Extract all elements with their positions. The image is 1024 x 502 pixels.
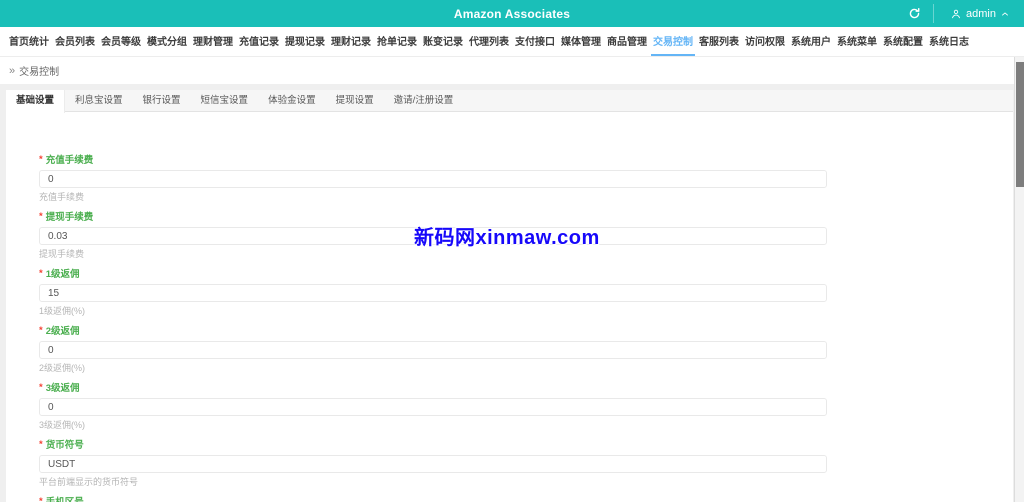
field-label: 货币符号 bbox=[45, 440, 84, 451]
nav-item-20[interactable]: 系统日志 bbox=[927, 27, 971, 56]
tab-0[interactable]: 基础设置 bbox=[6, 90, 66, 113]
form-field-3: *2级返佣 2级返佣(%) bbox=[39, 325, 1013, 373]
chevron-up-icon bbox=[1000, 9, 1010, 19]
nav-item-15[interactable]: 客服列表 bbox=[697, 27, 741, 56]
field-label: 2级返佣 bbox=[45, 326, 80, 337]
top-bar-actions: admin bbox=[895, 0, 1024, 27]
field-label: 充值手续费 bbox=[45, 155, 94, 166]
required-asterisk: * bbox=[39, 382, 43, 393]
nav-item-8[interactable]: 抢单记录 bbox=[375, 27, 419, 56]
form-field-2: *1级返佣 1级返佣(%) bbox=[39, 268, 1013, 316]
settings-form: *充值手续费充值手续费*提现手续费提现手续费*1级返佣1级返佣(%)*2级返佣2… bbox=[6, 112, 1013, 502]
settings-card: 基础设置 利息宝设置 银行设置 短信宝设置 体验金设置 提现设置 邀请/注册设置 * 充值手续… bbox=[6, 90, 1013, 502]
nav-item-11[interactable]: 支付接口 bbox=[513, 27, 557, 56]
nav-item-3[interactable]: 模式分组 bbox=[145, 27, 189, 56]
form-field-6: *手机区号 bbox=[39, 496, 1013, 502]
field-label: 3级返佣 bbox=[45, 383, 80, 394]
nav-item-13[interactable]: 商品管理 bbox=[605, 27, 649, 56]
field-label: 提现手续费 bbox=[45, 212, 94, 223]
field-help: 充值手续费 bbox=[39, 192, 85, 202]
field-input-1[interactable] bbox=[39, 227, 827, 245]
tab-6[interactable]: 邀请/注册设置 bbox=[384, 90, 464, 111]
nav-item-7[interactable]: 理财记录 bbox=[329, 27, 373, 56]
required-asterisk: * bbox=[39, 496, 43, 502]
nav-item-17[interactable]: 系统用户 bbox=[789, 27, 833, 56]
nav-item-18[interactable]: 系统菜单 bbox=[835, 27, 879, 56]
nav-item-12[interactable]: 媒体管理 bbox=[559, 27, 603, 56]
tab-4[interactable]: 体验金设置 bbox=[258, 90, 326, 111]
form-field-1: *提现手续费提现手续费 bbox=[39, 211, 1013, 259]
form-field-0: *充值手续费充值手续费 bbox=[39, 154, 1013, 202]
field-label-row: * 3级返佣 bbox=[39, 382, 1013, 394]
field-help: 提现手续费 bbox=[39, 249, 85, 259]
field-label: 1级返佣 bbox=[45, 269, 80, 280]
field-label-row: * 1级返佣 bbox=[39, 268, 1013, 280]
nav-item-0[interactable]: 首页统计 bbox=[7, 27, 51, 56]
refresh-icon bbox=[908, 7, 921, 20]
nav-item-10[interactable]: 代理列表 bbox=[467, 27, 511, 56]
field-label: 手机区号 bbox=[46, 497, 84, 502]
field-input-4[interactable] bbox=[39, 398, 827, 416]
field-label-row: * 货币符号 bbox=[39, 439, 1013, 451]
field-input-5[interactable] bbox=[39, 455, 827, 473]
user-name: admin bbox=[966, 7, 996, 20]
refresh-button[interactable] bbox=[895, 0, 933, 27]
main-content: 基础设置 利息宝设置 银行设置 短信宝设置 体验金设置 提现设置 邀请/注册设置 * 充值手续… bbox=[0, 84, 1024, 502]
nav-item-9[interactable]: 账变记录 bbox=[421, 27, 465, 56]
required-asterisk: * bbox=[39, 325, 43, 336]
required-asterisk: * bbox=[39, 154, 43, 165]
nav-item-4[interactable]: 理财管理 bbox=[191, 27, 235, 56]
required-asterisk: * bbox=[39, 211, 43, 222]
tab-3[interactable]: 短信宝设置 bbox=[191, 90, 259, 111]
field-input-0[interactable] bbox=[39, 170, 827, 188]
scrollbar-thumb[interactable] bbox=[1016, 62, 1024, 187]
app-root: Amazon Associates admin 首页统计 会员列表 会员等级 模… bbox=[0, 0, 1024, 502]
app-title: Amazon Associates bbox=[453, 6, 571, 21]
nav-item-19[interactable]: 系统配置 bbox=[881, 27, 925, 56]
form-field-5: *货币符号平台前端显示的货币符号 bbox=[39, 439, 1013, 487]
required-asterisk: * bbox=[39, 439, 43, 450]
nav-item-1[interactable]: 会员列表 bbox=[53, 27, 97, 56]
form-field-4: *3级返佣 3级返佣(%) bbox=[39, 382, 1013, 430]
field-label-row: * 充值手续费 bbox=[39, 154, 1013, 166]
tab-2[interactable]: 银行设置 bbox=[133, 90, 191, 111]
field-input-3[interactable] bbox=[39, 341, 827, 359]
field-help: 平台前端显示的货币符号 bbox=[39, 477, 139, 487]
tab-bar: 基础设置 利息宝设置 银行设置 短信宝设置 体验金设置 提现设置 邀请/注册设置 bbox=[6, 90, 1013, 113]
tab-1[interactable]: 利息宝设置 bbox=[65, 90, 133, 111]
breadcrumb-chevron-icon: » bbox=[9, 64, 16, 77]
nav-item-16[interactable]: 访问权限 bbox=[743, 27, 787, 56]
field-label-row: * 2级返佣 bbox=[39, 325, 1013, 337]
field-label-row: * 提现手续费 bbox=[39, 211, 1013, 223]
user-icon bbox=[950, 8, 962, 20]
field-input-2[interactable] bbox=[39, 284, 827, 302]
top-bar: Amazon Associates admin bbox=[0, 0, 1024, 27]
scrollbar[interactable] bbox=[1014, 57, 1024, 502]
field-help: 2级返佣(%) bbox=[39, 363, 86, 373]
field-help: 1级返佣(%) bbox=[39, 306, 86, 316]
nav-item-5[interactable]: 充值记录 bbox=[237, 27, 281, 56]
breadcrumb: » 交易控制 bbox=[0, 57, 1024, 84]
field-label-row: *手机区号 bbox=[39, 496, 1013, 502]
nav-item-14[interactable]: 交易控制 bbox=[651, 27, 695, 56]
field-help: 3级返佣(%) bbox=[39, 420, 86, 430]
user-menu[interactable]: admin bbox=[934, 0, 1024, 27]
breadcrumb-label: 交易控制 bbox=[19, 67, 60, 78]
main-nav: 首页统计 会员列表 会员等级 模式分组 理财管理 充值记录 提现记录 理财记录 抢单记录 账变记录… bbox=[0, 27, 1024, 57]
nav-item-6[interactable]: 提现记录 bbox=[283, 27, 327, 56]
required-asterisk: * bbox=[39, 268, 43, 279]
tab-5[interactable]: 提现设置 bbox=[326, 90, 384, 111]
nav-item-2[interactable]: 会员等级 bbox=[99, 27, 143, 56]
